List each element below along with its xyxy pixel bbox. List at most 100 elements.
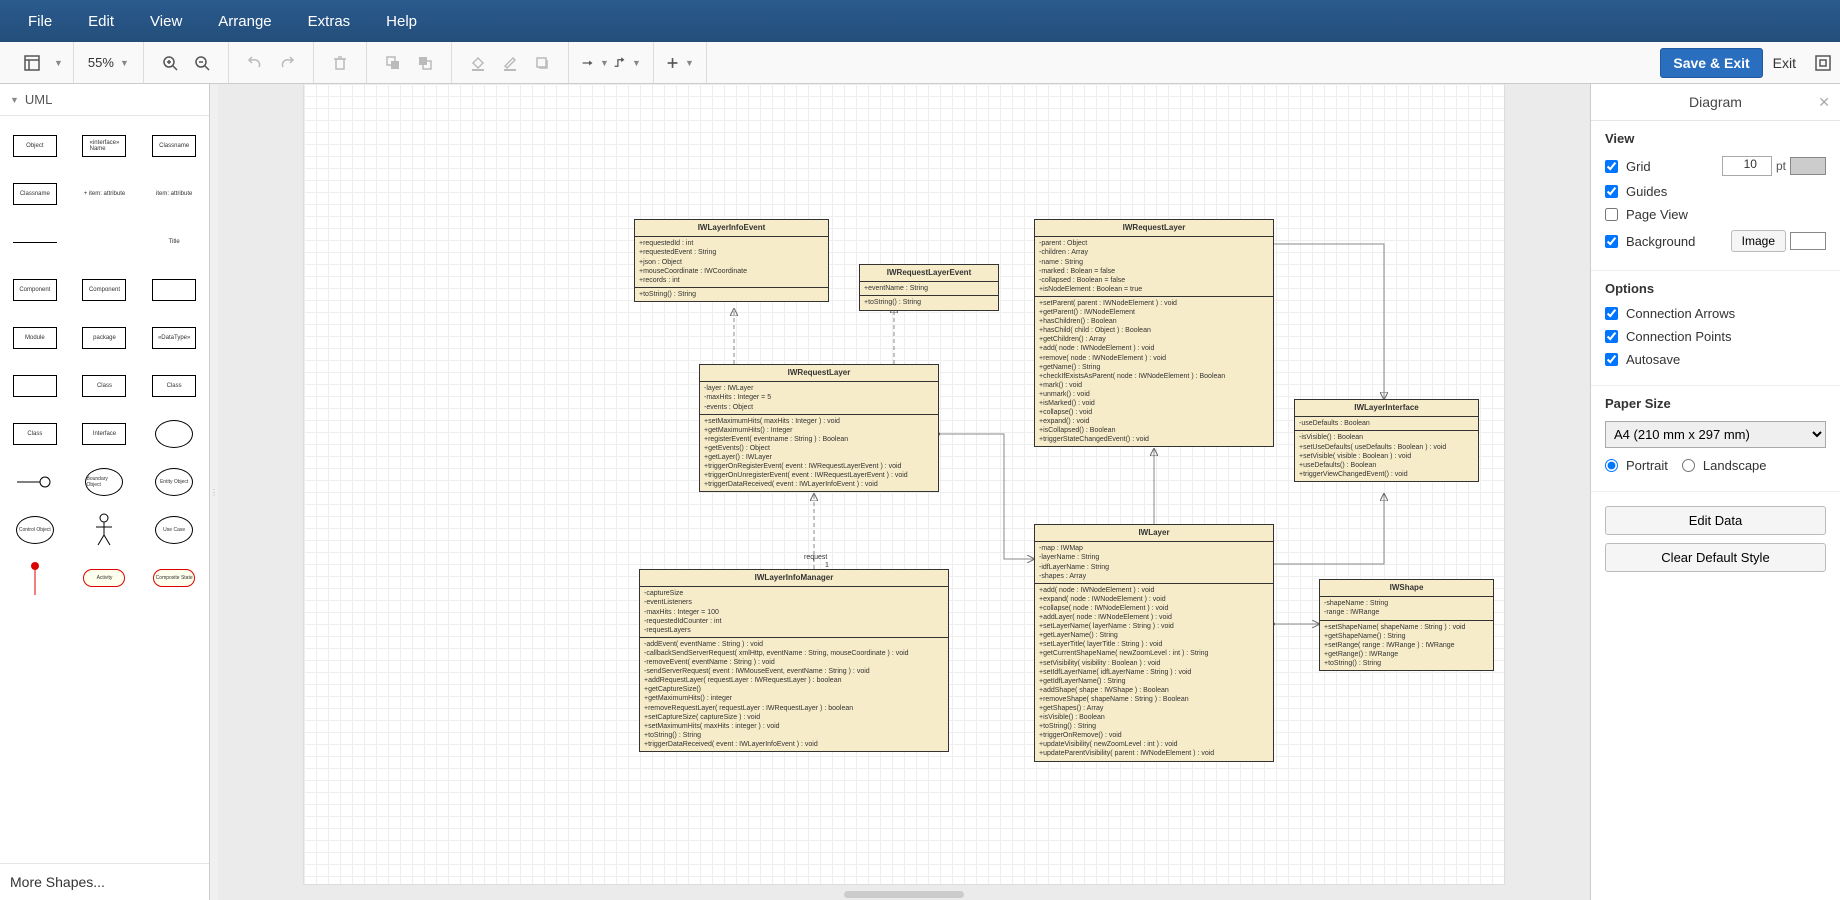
toolbar: ▼ 55% ▼ ▼ ▼ ▼ Save & Exit Exit [0,42,1840,84]
shape-thumb[interactable]: Control Object [4,510,66,550]
menu-edit[interactable]: Edit [70,3,132,40]
uml-class-IWShape[interactable]: IWShape-shapeName : String-range : IWRan… [1319,579,1494,671]
zoom-out-button[interactable] [188,49,216,77]
sidebar-splitter[interactable]: ⋮ [210,84,218,900]
paper-size-heading: Paper Size [1605,396,1826,411]
shape-thumb[interactable]: «DataType» [143,318,205,358]
shape-thumb[interactable]: + item: attribute [74,174,136,214]
autosave-checkbox[interactable] [1605,353,1618,366]
delete-button[interactable] [326,49,354,77]
shape-thumb[interactable]: Class [143,366,205,406]
horizontal-scrollbar-thumb[interactable] [844,891,964,898]
save-and-exit-button[interactable]: Save & Exit [1660,48,1762,78]
chevron-down-icon: ▼ [120,58,129,68]
menu-arrange[interactable]: Arrange [200,3,289,40]
shape-thumb[interactable]: Component [74,270,136,310]
association-label: request [804,554,827,561]
grid-checkbox[interactable] [1605,160,1618,173]
collapse-icon: ▼ [10,95,19,105]
grid-color-swatch[interactable] [1790,157,1826,175]
format-panel: Diagram ✕ View Grid 10 pt Guides Page Vi… [1590,84,1840,900]
chevron-down-icon: ▼ [632,58,641,68]
options-heading: Options [1605,281,1826,296]
shape-thumb[interactable] [4,222,66,262]
uml-class-IWLayerInfoEvent[interactable]: IWLayerInfoEvent+requestedId : int+reque… [634,219,829,302]
chevron-down-icon[interactable]: ▼ [54,58,63,68]
shape-thumb[interactable] [4,462,66,502]
connection-button[interactable]: ▼ [581,49,609,77]
shape-thumb[interactable]: Classname [4,174,66,214]
paper-size-select[interactable]: A4 (210 mm x 297 mm) [1605,421,1826,448]
background-color-swatch[interactable] [1790,232,1826,250]
uml-class-IWLayer[interactable]: IWLayer-map : IWMap-layerName : String-i… [1034,524,1274,762]
shape-thumb[interactable]: Classname [143,126,205,166]
menu-view[interactable]: View [132,3,200,40]
to-front-button[interactable] [379,49,407,77]
close-icon[interactable]: ✕ [1818,94,1830,111]
uml-class-IWRequestLayer_node[interactable]: IWRequestLayer-parent : Object-children … [1034,219,1274,447]
portrait-radio[interactable] [1605,459,1618,472]
shadow-button[interactable] [528,49,556,77]
shape-thumb[interactable]: package [74,318,136,358]
shape-thumb[interactable]: Object [4,126,66,166]
view-mode-button[interactable] [18,49,46,77]
guides-checkbox[interactable] [1605,185,1618,198]
zoom-select[interactable]: 55% ▼ [84,55,133,70]
shape-thumb[interactable]: Use Case [143,510,205,550]
landscape-radio[interactable] [1682,459,1695,472]
shape-thumb[interactable] [143,270,205,310]
zoom-in-button[interactable] [156,49,184,77]
exit-button[interactable]: Exit [1763,49,1806,77]
shape-thumb[interactable] [4,366,66,406]
waypoint-button[interactable]: ▼ [613,49,641,77]
fill-color-button[interactable] [464,49,492,77]
line-color-button[interactable] [496,49,524,77]
edit-data-button[interactable]: Edit Data [1605,506,1826,535]
zoom-value: 55% [88,55,114,70]
uml-class-IWLayerInfoManager[interactable]: IWLayerInfoManager-captureSize-eventList… [639,569,949,752]
shape-thumb[interactable]: Component [4,270,66,310]
insert-button[interactable]: ▼ [666,49,694,77]
format-panel-header: Diagram ✕ [1591,84,1840,121]
diagram-canvas[interactable]: request 1 IWLayerInfoEvent+requestedId :… [304,84,1504,884]
shape-thumb[interactable] [143,414,205,454]
shape-thumb[interactable]: Class [4,414,66,454]
connection-points-checkbox[interactable] [1605,330,1618,343]
shape-thumb[interactable]: Interface [74,414,136,454]
fullscreen-format-panel-icon[interactable] [1812,52,1834,74]
shape-thumb[interactable]: Module [4,318,66,358]
page-view-checkbox[interactable] [1605,208,1618,221]
connection-arrows-checkbox[interactable] [1605,307,1618,320]
more-shapes-button[interactable]: More Shapes... [0,863,209,900]
shape-thumb[interactable] [74,222,136,262]
redo-button[interactable] [273,49,301,77]
to-back-button[interactable] [411,49,439,77]
menu-file[interactable]: File [10,3,70,40]
shape-thumb[interactable]: Boundary Object [74,462,136,502]
association-mult: 1 [825,562,829,569]
chevron-down-icon: ▼ [600,58,609,68]
shape-thumb[interactable]: item: attribute [143,174,205,214]
grid-size-input[interactable]: 10 [1722,156,1772,176]
shape-thumb[interactable]: Entity Object [143,462,205,502]
menu-extras[interactable]: Extras [290,3,369,40]
menu-help[interactable]: Help [368,3,435,40]
shape-thumb[interactable]: Class [74,366,136,406]
shape-thumb[interactable]: Activity [74,558,136,598]
shape-thumb[interactable] [74,510,136,550]
shape-thumb[interactable]: «interface»Name [74,126,136,166]
chevron-down-icon: ▼ [685,58,694,68]
canvas-area[interactable]: request 1 IWLayerInfoEvent+requestedId :… [218,84,1590,900]
undo-button[interactable] [241,49,269,77]
shape-thumb[interactable]: Title [143,222,205,262]
view-heading: View [1605,131,1826,146]
uml-class-IWLayerInterface[interactable]: IWLayerInterface-useDefaults : Boolean-i… [1294,399,1479,482]
clear-default-style-button[interactable]: Clear Default Style [1605,543,1826,572]
sidebar-section-header[interactable]: ▼ UML [0,84,209,116]
uml-class-IWRequestLayerEvent[interactable]: IWRequestLayerEvent+eventName : String+t… [859,264,999,311]
shape-thumb[interactable] [4,558,66,598]
background-image-button[interactable]: Image [1731,230,1786,252]
uml-class-IWRequestLayer[interactable]: IWRequestLayer-layer : IWLayer-maxHits :… [699,364,939,492]
background-checkbox[interactable] [1605,235,1618,248]
shape-thumb[interactable]: Composite State [143,558,205,598]
